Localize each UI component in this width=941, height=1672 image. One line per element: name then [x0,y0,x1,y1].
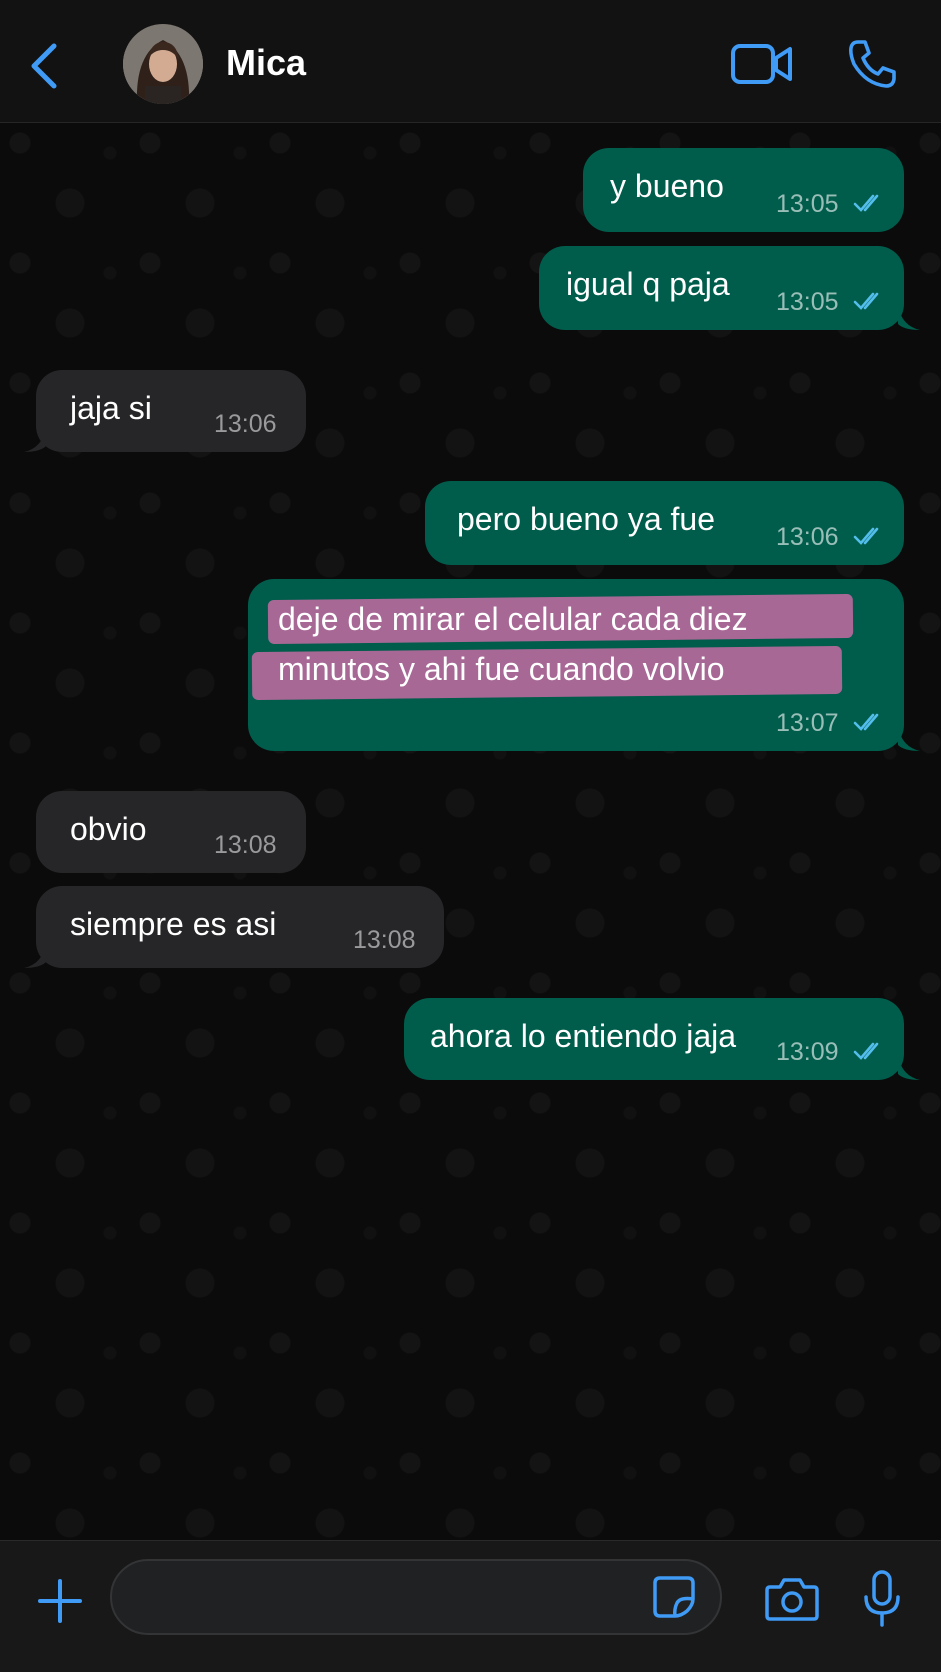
outgoing-message[interactable]: igual q paja 13:05 [539,246,904,330]
read-receipt-icon [853,292,879,310]
outgoing-message[interactable]: deje de mirar el celular cada diez minut… [248,579,904,751]
attach-button[interactable] [36,1577,84,1625]
message-text: ahora lo entiendo jaja [430,1018,737,1054]
message-time: 13:09 [776,1038,839,1066]
contact-avatar[interactable] [123,24,203,104]
video-call-button[interactable] [730,40,794,88]
phone-icon [849,40,896,88]
message-text: y bueno [610,168,724,204]
microphone-button[interactable] [862,1569,902,1629]
message-text: igual q paja [566,266,730,302]
message-time: 13:07 [776,709,839,737]
message-time: 13:05 [776,288,839,316]
message-text: obvio [70,811,147,847]
camera-button[interactable] [764,1575,820,1623]
message-text: jaja si [70,390,152,426]
message-time: 13:08 [214,831,277,859]
contact-name[interactable]: Mica [226,42,306,84]
chat-screen: Mica y bueno 13:05 igual q paja 13:05 ja… [0,0,941,1672]
message-input[interactable] [110,1559,722,1635]
sticker-button[interactable] [652,1575,696,1619]
microphone-icon [864,1570,900,1627]
read-receipt-icon [853,194,879,212]
plus-icon [38,1579,82,1623]
chat-header: Mica [0,0,941,123]
bubble-tail [898,727,920,751]
read-receipt-icon [853,1042,879,1060]
sticker-icon [653,1576,695,1618]
back-button[interactable] [24,38,68,94]
camera-icon [765,1578,819,1621]
incoming-message[interactable]: obvio 13:08 [36,791,306,873]
incoming-message[interactable]: siempre es asi 13:08 [36,886,444,968]
message-text: deje de mirar el celular cada diez minut… [278,601,748,687]
incoming-message[interactable]: jaja si 13:06 [36,370,306,452]
message-time: 13:05 [776,190,839,218]
voice-call-button[interactable] [846,38,898,90]
message-text: siempre es asi [70,906,277,942]
composer-bar [0,1540,941,1672]
chevron-left-icon [31,43,57,89]
bubble-tail [898,306,920,330]
message-time: 13:06 [776,523,839,551]
bubble-tail [24,428,46,452]
message-text: pero bueno ya fue [457,501,715,537]
outgoing-message[interactable]: pero bueno ya fue 13:06 [425,481,904,565]
message-time: 13:06 [214,410,277,438]
avatar-photo [123,24,203,104]
message-time: 13:08 [353,926,416,954]
video-camera-icon [731,44,792,84]
bubble-tail [24,944,46,968]
read-receipt-icon [853,527,879,545]
read-receipt-icon [853,713,879,731]
outgoing-message[interactable]: y bueno 13:05 [583,148,904,232]
bubble-tail [898,1056,920,1080]
outgoing-message[interactable]: ahora lo entiendo jaja 13:09 [404,998,904,1080]
message-list[interactable]: y bueno 13:05 igual q paja 13:05 jaja si… [0,123,941,1540]
